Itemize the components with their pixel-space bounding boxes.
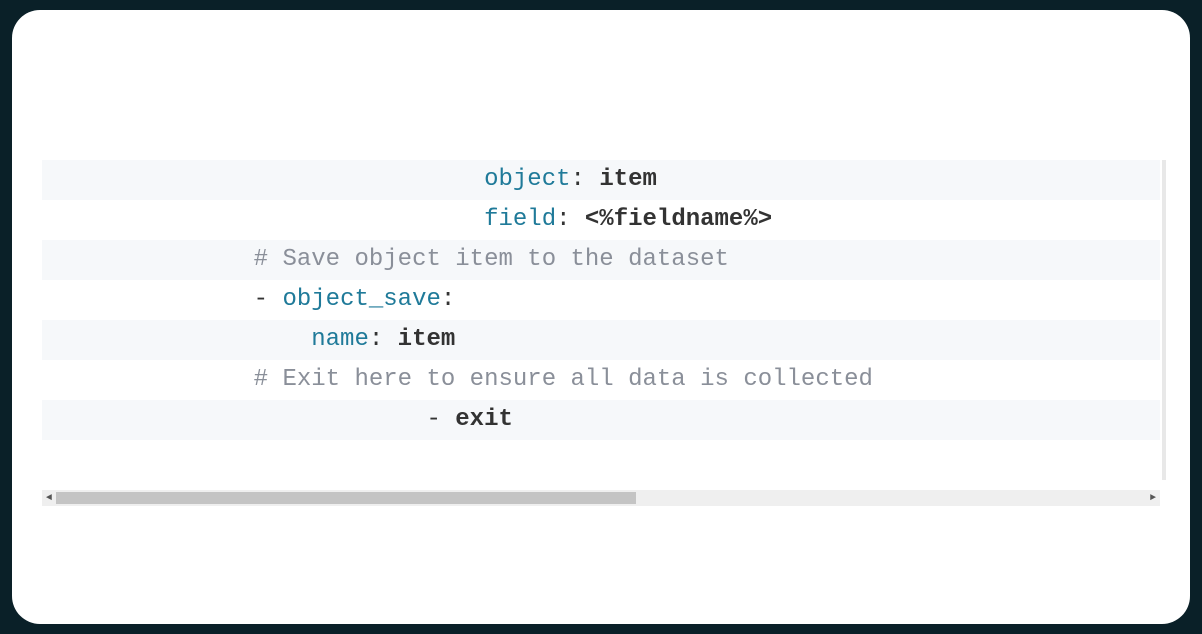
code-token: # Save object item to the dataset <box>254 246 729 273</box>
code-line: # Save object item to the dataset <box>42 240 1160 280</box>
code-token: <%fieldname%> <box>585 206 772 233</box>
code-token: field <box>484 206 556 233</box>
code-token: - <box>426 406 455 433</box>
code-token: object <box>484 166 570 193</box>
code-token: object_save <box>282 286 440 313</box>
scroll-left-arrow-icon[interactable]: ◄ <box>42 490 56 506</box>
code-token: : <box>571 166 600 193</box>
code-token: item <box>599 166 657 193</box>
code-token: name <box>311 326 369 353</box>
code-token: : <box>369 326 398 353</box>
code-line: field: <%fieldname%> <box>42 200 1160 240</box>
code-block: object: item field: <%fieldname%> # Save… <box>42 160 1160 440</box>
code-line: name: item <box>42 320 1160 360</box>
horizontal-scrollbar-thumb[interactable] <box>56 492 636 504</box>
code-token: - <box>254 286 283 313</box>
code-line: object: item <box>42 160 1160 200</box>
card-container: object: item field: <%fieldname%> # Save… <box>12 10 1190 624</box>
code-token: exit <box>455 406 513 433</box>
horizontal-scrollbar-track[interactable]: ◄ ► <box>42 490 1160 506</box>
code-token: # Exit here to ensure all data is collec… <box>254 366 873 393</box>
code-token: : <box>441 286 455 313</box>
scroll-right-arrow-icon[interactable]: ► <box>1146 490 1160 506</box>
code-token: : <box>556 206 585 233</box>
code-token: item <box>398 326 456 353</box>
code-line: # Exit here to ensure all data is collec… <box>42 360 1160 400</box>
vertical-scrollbar[interactable] <box>1162 160 1166 480</box>
code-line: - object_save: <box>42 280 1160 320</box>
code-line: - exit <box>42 400 1160 440</box>
